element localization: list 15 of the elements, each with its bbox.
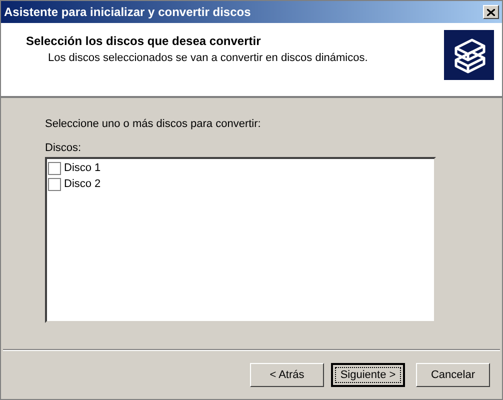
dialog-button[interactable]: Siguiente > — [331, 363, 405, 387]
disk-label[interactable]: Disco 2 — [64, 176, 101, 192]
header-title: Selección los discos que desea convertir — [26, 33, 262, 50]
window-title: Asistente para inicializar y convertir discos — [4, 4, 251, 21]
list-label: Discos: — [45, 140, 82, 156]
close-button[interactable] — [483, 5, 499, 19]
disk-label[interactable]: Disco 1 — [64, 160, 101, 176]
dialog-button[interactable]: < Atrás — [250, 363, 324, 387]
close-icon — [487, 8, 495, 16]
instruction-text: Seleccione uno o más discos para convertir: — [45, 117, 262, 132]
disk-checkbox[interactable] — [48, 178, 61, 190]
header-subtitle: Los discos seleccionados se van a convertir en discos dinámicos. — [47, 51, 368, 66]
disk-checkbox[interactable] — [48, 162, 61, 174]
books-icon — [444, 30, 494, 80]
dialog-button[interactable]: Cancelar — [416, 363, 490, 387]
